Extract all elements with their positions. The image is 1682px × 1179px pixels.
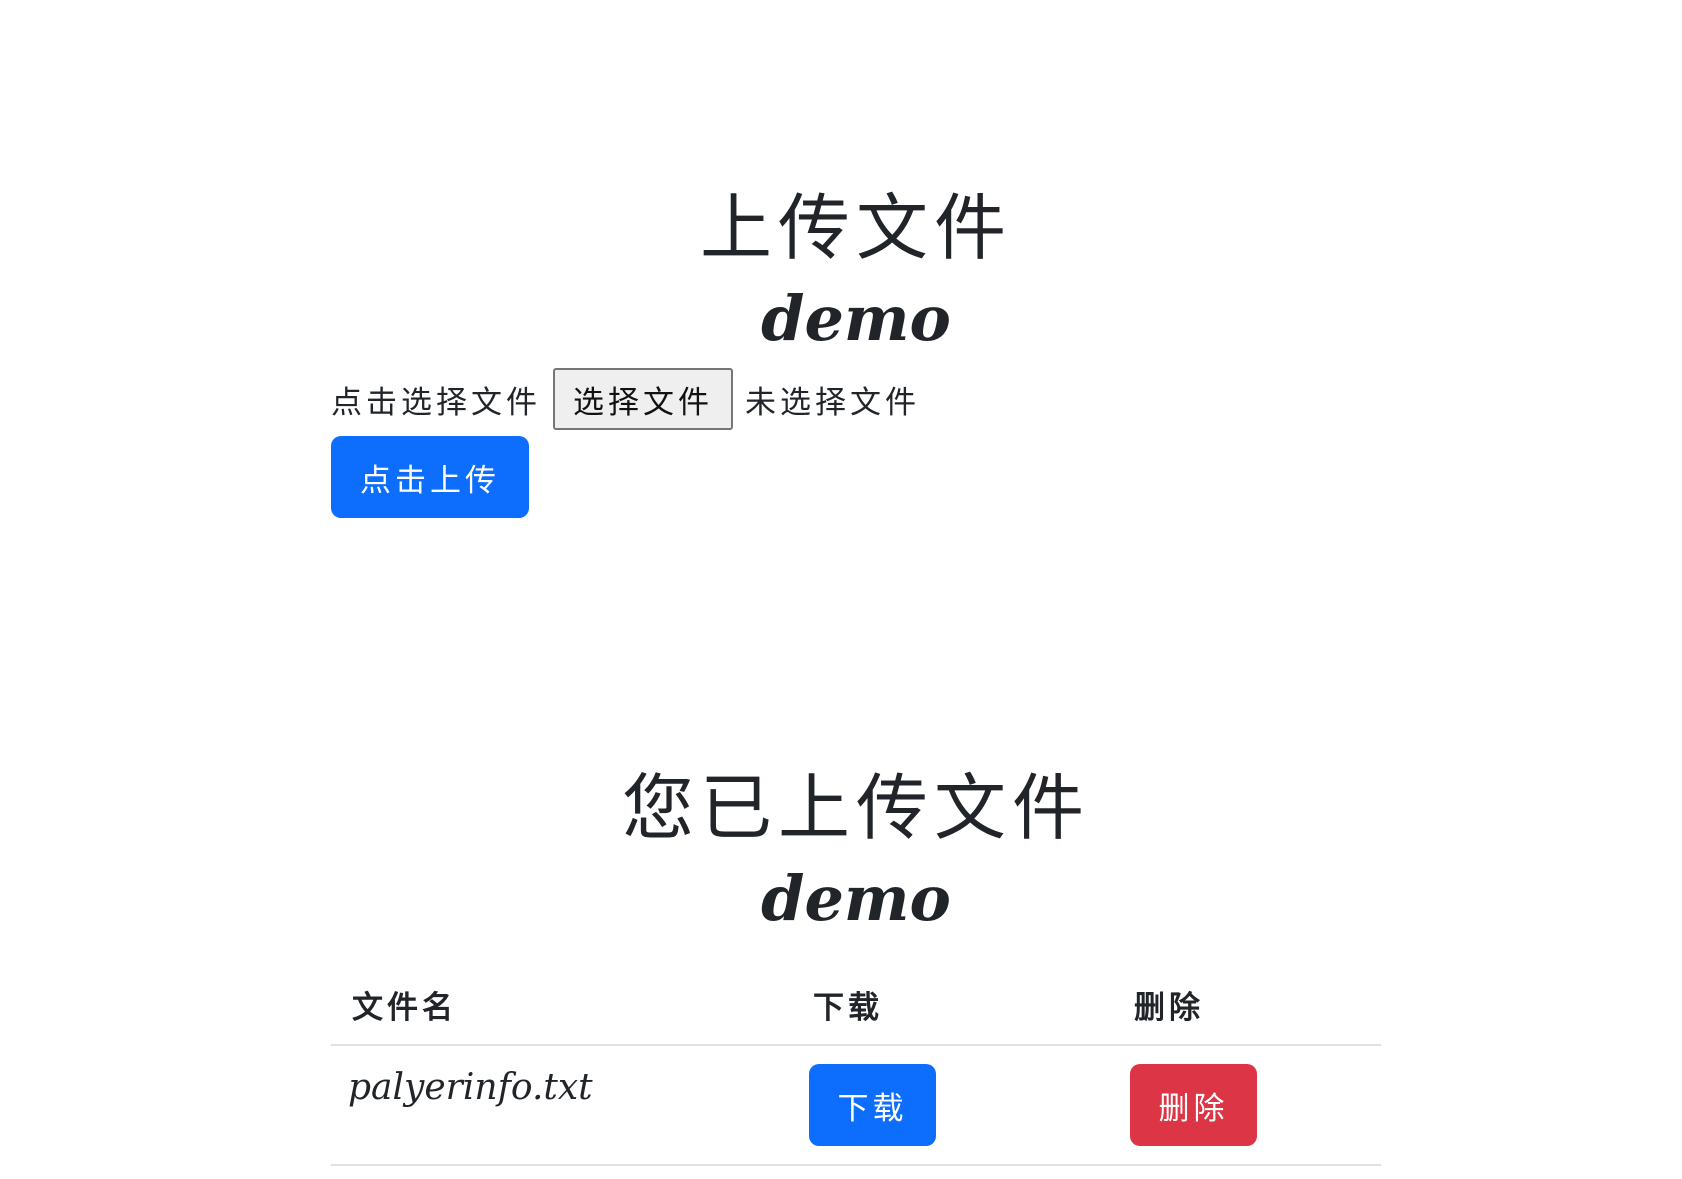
page: 上传文件 demo 点击选择文件 选择文件 未选择文件 点击上传 您已上传文件 … xyxy=(0,0,1682,1179)
table-row: palyerinfo.txt 下载 删除 xyxy=(331,1045,1381,1166)
file-name: palyerinfo.txt xyxy=(348,1066,593,1108)
no-file-selected-text: 未选择文件 xyxy=(745,384,920,421)
delete-button[interactable]: 删除 xyxy=(1130,1064,1257,1146)
column-header-filename: 文件名 xyxy=(331,964,792,1046)
download-button[interactable]: 下载 xyxy=(809,1064,936,1146)
column-header-delete: 删除 xyxy=(1113,964,1381,1046)
download-cell: 下载 xyxy=(792,1045,1113,1166)
upload-section: 上传文件 demo 点击选择文件 选择文件 未选择文件 点击上传 xyxy=(331,180,1381,518)
files-table: 文件名 下载 删除 palyerinfo.txt 下载 删除 xyxy=(331,964,1381,1166)
delete-cell: 删除 xyxy=(1113,1045,1381,1166)
file-picker-label: 点击选择文件 xyxy=(331,384,541,421)
filename-cell: palyerinfo.txt xyxy=(331,1045,792,1166)
files-table-header-row: 文件名 下载 删除 xyxy=(331,964,1381,1046)
choose-file-button[interactable]: 选择文件 xyxy=(553,368,733,430)
uploaded-files-section: 您已上传文件 demo 文件名 下载 删除 palyerinfo.txt 下载 xyxy=(331,760,1381,1166)
upload-title: 上传文件 xyxy=(699,186,1012,270)
file-picker-row: 点击选择文件 选择文件 未选择文件 xyxy=(331,366,1381,432)
uploaded-files-title: 您已上传文件 xyxy=(621,766,1090,850)
uploaded-files-subtitle: demo xyxy=(761,862,951,935)
upload-subtitle: demo xyxy=(761,282,951,355)
column-header-download: 下载 xyxy=(792,964,1113,1046)
upload-button[interactable]: 点击上传 xyxy=(331,436,529,518)
